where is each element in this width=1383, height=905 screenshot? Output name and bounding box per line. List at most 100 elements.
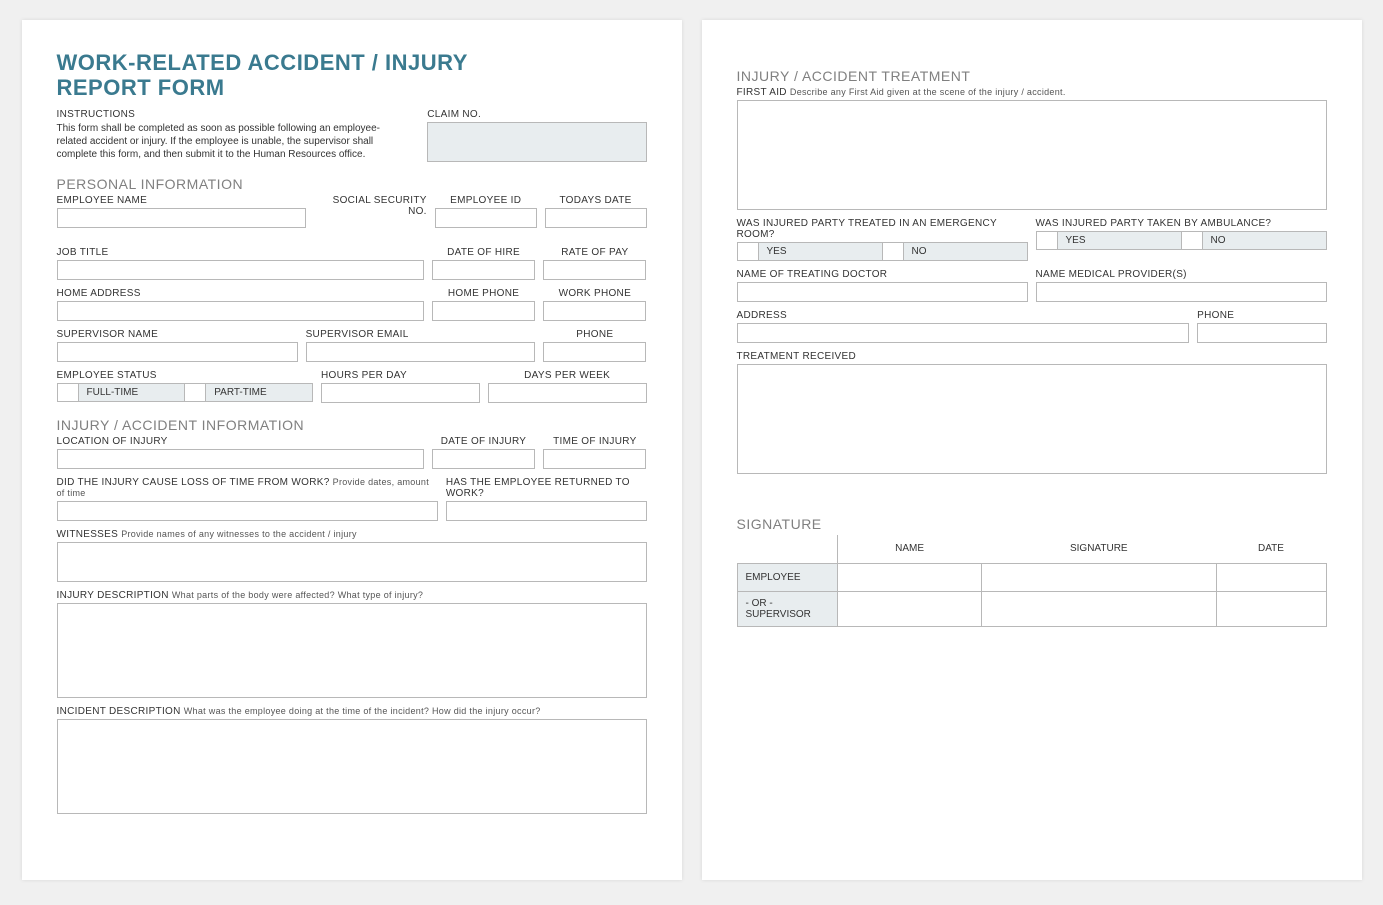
label-amb-question: WAS INJURED PARTY TAKEN BY AMBULANCE? xyxy=(1036,218,1327,229)
label-phone: PHONE xyxy=(543,329,646,340)
field-todays-date[interactable] xyxy=(545,208,647,228)
label-employee-id: EMPLOYEE ID xyxy=(435,195,537,206)
field-work-phone[interactable] xyxy=(543,301,646,321)
label-incident-desc: INCIDENT DESCRIPTION What was the employ… xyxy=(57,706,647,717)
checkbox-er-yes-label: YES xyxy=(759,242,883,261)
checkbox-er-no[interactable] xyxy=(882,242,904,261)
field-hours-per-day[interactable] xyxy=(321,383,480,403)
label-loss-time: DID THE INJURY CAUSE LOSS OF TIME FROM W… xyxy=(57,477,438,499)
label-home-address: HOME ADDRESS xyxy=(57,288,424,299)
injury-info-title: INJURY / ACCIDENT INFORMATION xyxy=(57,417,647,433)
sig-employee-date[interactable] xyxy=(1216,563,1326,591)
field-days-per-week[interactable] xyxy=(488,383,647,403)
field-witnesses[interactable] xyxy=(57,542,647,582)
field-ssn xyxy=(314,219,427,239)
label-ssn: SOCIAL SECURITY NO. xyxy=(314,195,427,217)
checkbox-part-time[interactable] xyxy=(184,383,206,402)
title-line-2: REPORT FORM xyxy=(57,75,225,100)
field-returned[interactable] xyxy=(446,501,647,521)
label-supervisor-name: SUPERVISOR NAME xyxy=(57,329,298,340)
checkbox-amb-yes[interactable] xyxy=(1036,231,1058,250)
label-medical-providers: NAME MEDICAL PROVIDER(S) xyxy=(1036,269,1327,280)
sig-supervisor-signature[interactable] xyxy=(982,591,1216,626)
label-returned: HAS THE EMPLOYEE RETURNED TO WORK? xyxy=(446,477,647,499)
field-supervisor-email[interactable] xyxy=(306,342,536,362)
field-loss-time[interactable] xyxy=(57,501,438,521)
label-supervisor-email: SUPERVISOR EMAIL xyxy=(306,329,536,340)
field-rate-of-pay[interactable] xyxy=(543,260,646,280)
sig-supervisor-date[interactable] xyxy=(1216,591,1326,626)
claim-no-field[interactable] xyxy=(427,122,646,162)
checkbox-er-no-label: NO xyxy=(904,242,1028,261)
checkbox-er-yes[interactable] xyxy=(737,242,759,261)
personal-info-title: PERSONAL INFORMATION xyxy=(57,176,647,192)
sig-supervisor-name[interactable] xyxy=(837,591,982,626)
witnesses-hint: Provide names of any witnesses to the ac… xyxy=(121,529,357,539)
field-home-phone[interactable] xyxy=(432,301,535,321)
label-date-of-hire: DATE OF HIRE xyxy=(432,247,535,258)
checkbox-amb-no-label: NO xyxy=(1203,231,1327,250)
label-employee-status: EMPLOYEE STATUS xyxy=(57,370,313,381)
label-date-injury: DATE OF INJURY xyxy=(432,436,535,447)
first-aid-label-text: FIRST AID xyxy=(737,87,787,98)
field-incident-desc[interactable] xyxy=(57,719,647,814)
label-treatment-received: TREATMENT RECEIVED xyxy=(737,351,1327,362)
label-rate-of-pay: RATE OF PAY xyxy=(543,247,646,258)
sig-row-supervisor: - OR - SUPERVISOR xyxy=(737,591,837,626)
claim-no-label: CLAIM NO. xyxy=(427,109,646,120)
field-employee-name[interactable] xyxy=(57,208,306,228)
treatment-title: INJURY / ACCIDENT TREATMENT xyxy=(737,68,1327,84)
signature-table: NAME SIGNATURE DATE EMPLOYEE - OR - SUPE… xyxy=(737,535,1327,627)
field-home-address[interactable] xyxy=(57,301,424,321)
field-sup-phone[interactable] xyxy=(543,342,646,362)
field-address[interactable] xyxy=(737,323,1190,343)
label-witnesses: WITNESSES Provide names of any witnesses… xyxy=(57,529,647,540)
checkbox-amb-yes-label: YES xyxy=(1058,231,1182,250)
instructions-label: INSTRUCTIONS xyxy=(57,109,408,120)
label-location-injury: LOCATION OF INJURY xyxy=(57,436,424,447)
loss-time-label-text: DID THE INJURY CAUSE LOSS OF TIME FROM W… xyxy=(57,477,330,488)
field-time-injury[interactable] xyxy=(543,449,646,469)
field-treating-doctor[interactable] xyxy=(737,282,1028,302)
field-employee-id[interactable] xyxy=(435,208,537,228)
label-er-question: WAS INJURED PARTY TREATED IN AN EMERGENC… xyxy=(737,218,1028,240)
form-title: WORK-RELATED ACCIDENT / INJURY REPORT FO… xyxy=(57,50,647,101)
field-treatment-received[interactable] xyxy=(737,364,1327,474)
label-treat-phone: PHONE xyxy=(1197,310,1326,321)
label-home-phone: HOME PHONE xyxy=(432,288,535,299)
label-time-injury: TIME OF INJURY xyxy=(543,436,646,447)
field-location-injury[interactable] xyxy=(57,449,424,469)
checkbox-part-time-label: PART-TIME xyxy=(206,383,313,402)
label-todays-date: TODAYS DATE xyxy=(545,195,647,206)
page-left: WORK-RELATED ACCIDENT / INJURY REPORT FO… xyxy=(22,20,682,880)
field-treat-phone[interactable] xyxy=(1197,323,1326,343)
label-work-phone: WORK PHONE xyxy=(543,288,646,299)
label-days-per-week: DAYS PER WEEK xyxy=(488,370,647,381)
first-aid-hint: Describe any First Aid given at the scen… xyxy=(790,87,1066,97)
sig-col-name: NAME xyxy=(837,535,982,563)
injury-desc-hint: What parts of the body were affected? Wh… xyxy=(172,590,423,600)
field-date-of-hire[interactable] xyxy=(432,260,535,280)
field-first-aid[interactable] xyxy=(737,100,1327,210)
sig-row-employee: EMPLOYEE xyxy=(737,563,837,591)
field-injury-desc[interactable] xyxy=(57,603,647,698)
label-injury-desc: INJURY DESCRIPTION What parts of the bod… xyxy=(57,590,647,601)
incident-desc-hint: What was the employee doing at the time … xyxy=(184,706,541,716)
incident-desc-label-text: INCIDENT DESCRIPTION xyxy=(57,706,181,717)
sig-col-date: DATE xyxy=(1216,535,1326,563)
field-medical-providers[interactable] xyxy=(1036,282,1327,302)
label-first-aid: FIRST AID Describe any First Aid given a… xyxy=(737,87,1327,98)
label-employee-name: EMPLOYEE NAME xyxy=(57,195,306,206)
sig-employee-name[interactable] xyxy=(837,563,982,591)
checkbox-amb-no[interactable] xyxy=(1181,231,1203,250)
sig-col-signature: SIGNATURE xyxy=(982,535,1216,563)
field-job-title[interactable] xyxy=(57,260,424,280)
title-line-1: WORK-RELATED ACCIDENT / INJURY xyxy=(57,50,468,75)
witnesses-label-text: WITNESSES xyxy=(57,529,119,540)
page-right: INJURY / ACCIDENT TREATMENT FIRST AID De… xyxy=(702,20,1362,880)
field-date-injury[interactable] xyxy=(432,449,535,469)
sig-employee-signature[interactable] xyxy=(982,563,1216,591)
signature-title: SIGNATURE xyxy=(737,516,1327,532)
field-supervisor-name[interactable] xyxy=(57,342,298,362)
checkbox-full-time[interactable] xyxy=(57,383,79,402)
